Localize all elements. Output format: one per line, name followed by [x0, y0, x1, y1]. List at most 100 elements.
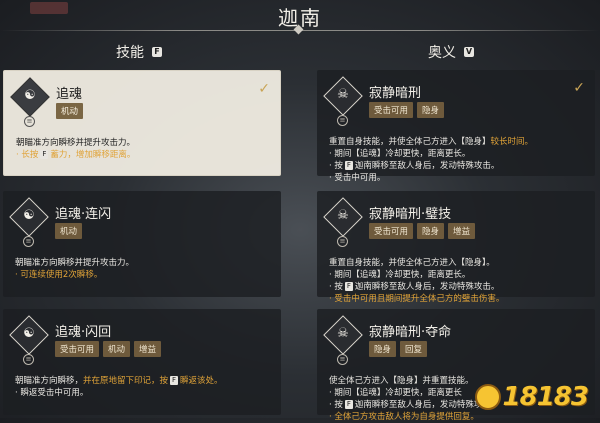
key-hint-badge: F: [170, 376, 179, 385]
equipped-check-icon: ✓: [258, 81, 270, 97]
skill-name: 追魂: [56, 87, 83, 102]
description-line: · 瞬返受击中可用。: [15, 387, 277, 399]
description-text: · 按: [329, 400, 343, 410]
skill-tags: 受击可用 隐身 增益: [369, 223, 476, 239]
description-line: · 受击中可用且期间提升全体己方的璧击伤害。: [329, 293, 591, 305]
ultimates-column-header: 奥义 V: [428, 42, 474, 62]
skill-name: 追魂·连闪: [55, 207, 112, 222]
details-icon[interactable]: ≡: [23, 236, 34, 247]
skill-name: 追魂·闪回: [55, 325, 112, 340]
site-watermark: 18183: [474, 382, 589, 412]
description-text: · 按: [329, 161, 343, 171]
description-text: 使全体己方进入【隐身】并重置技能。: [329, 376, 474, 386]
description-line: · 长按 F 蓄力，增加瞬移距离。: [16, 149, 278, 161]
skill-tags: 隐身 回复: [369, 341, 428, 357]
description-line: · 全体己方攻击敌人将为自身提供回复。: [329, 411, 591, 423]
skill-description: 重置自身技能，并使全体己方进入【隐身】较长时间。 · 期间【追魂】冷却更快，距离更…: [329, 136, 591, 184]
skill-description: 朝瞄准方向瞬移，并在原地留下印记，按 F 瞬返该处。 · 瞬返受击中可用。: [15, 375, 277, 399]
skills-card-0[interactable]: ☯ ≡ 追魂 机动 ✓ 朝瞄准方向瞬移并提升攻击力。 · 长按 F 蓄力，增加瞬移距离。: [3, 70, 281, 176]
description-text: 重置自身技能，并使全体己方进入【隐身】。: [329, 258, 495, 268]
description-line: · 按 F 迦南瞬移至敌人身后，发动特殊攻击。: [329, 160, 591, 172]
ultimates-card-1[interactable]: ☠ ≡ 寂静暗刑·璧技 受击可用 隐身 增益重置自身技能，并使全体己方进入【隐身】。 · 期…: [317, 191, 595, 304]
skills-card-2[interactable]: ☯ ≡ 追魂·闪回 受击可用 机动 增益 朝瞄准方向瞬移，并在原地留下印记，按 F 瞬返该处。 ·…: [3, 309, 281, 415]
description-text: · 受击中可用。: [329, 173, 386, 183]
details-icon[interactable]: ≡: [337, 115, 348, 126]
highlight-text: · 可连续使用2次瞬移。: [15, 270, 103, 280]
skill-tags: 机动: [56, 103, 84, 119]
skill-tag: 受击可用: [55, 341, 100, 357]
description-line: · 可连续使用2次瞬移。: [15, 269, 277, 281]
skill-tag: 隐身: [417, 102, 445, 118]
watermark-logo-icon: [474, 384, 501, 410]
skill-tag: 隐身: [417, 223, 445, 239]
highlight-text: 瞬返该处。: [180, 376, 223, 386]
skill-tag: 隐身: [369, 341, 397, 357]
description-text: · 期间【追魂】冷却更快，距离更长: [329, 388, 462, 398]
description-line: 重置自身技能，并使全体己方进入【隐身】较长时间。: [329, 136, 591, 148]
skills-header-label: 技能: [116, 45, 144, 61]
skill-tag: 受击可用: [369, 102, 414, 118]
description-text: 迦南瞬移至敌人身后，发动特殊攻击。: [354, 282, 500, 292]
skill-name: 寂静暗刑: [369, 86, 422, 101]
skill-tag: 机动: [55, 223, 83, 239]
highlight-text: 较长时间。: [490, 137, 534, 147]
skill-description: 朝瞄准方向瞬移并提升攻击力。 · 可连续使用2次瞬移。: [15, 257, 277, 281]
description-text: · 按: [329, 282, 343, 292]
description-text: 迦南瞬移至敌人身后，发动特殊攻击。: [354, 161, 500, 171]
description-line: · 期间【追魂】冷却更快，距离更长。: [329, 148, 591, 160]
skill-tag: 增益: [448, 223, 476, 239]
skills-column-header: 技能 F: [116, 42, 162, 62]
description-line: · 按 F 迦南瞬移至敌人身后，发动特殊攻击。: [329, 281, 591, 293]
description-text: · 期间【追魂】冷却更快，距离更长。: [329, 270, 471, 280]
description-line: 重置自身技能，并使全体己方进入【隐身】。: [329, 257, 591, 269]
skill-description: 重置自身技能，并使全体己方进入【隐身】。 · 期间【追魂】冷却更快，距离更长。 · …: [329, 257, 591, 305]
mask-icon: ☠: [337, 326, 349, 341]
skill-name: 寂静暗刑·璧技: [369, 207, 452, 222]
highlight-text: 蓄力，增加瞬移距离。: [50, 150, 136, 160]
mask-icon: ☠: [337, 208, 349, 223]
details-icon[interactable]: ≡: [337, 354, 348, 365]
description-text: 朝瞄准方向瞬移并提升攻击力。: [15, 258, 135, 268]
skills-hotkey-badge: F: [152, 47, 162, 57]
skill-tag: 回复: [400, 341, 428, 357]
skill-tags: 受击可用 机动 增益: [55, 341, 162, 357]
description-line: · 受击中可用。: [329, 172, 591, 184]
highlight-text: 并在原地留下印记，按: [83, 376, 169, 386]
skill-tag: 受击可用: [369, 223, 414, 239]
mask-icon: ☠: [337, 87, 349, 102]
description-text: 重置自身技能，并使全体己方进入【隐身】: [329, 137, 491, 147]
skill-tag: 增益: [134, 341, 162, 357]
skill-tag: 机动: [56, 103, 84, 119]
description-text: · 瞬返受击中可用。: [15, 388, 89, 398]
ultimates-header-label: 奥义: [428, 45, 456, 61]
description-line: · 期间【追魂】冷却更快，距离更长。: [329, 269, 591, 281]
highlight-text: · 受击中可用且期间提升全体己方的璧击伤害。: [329, 294, 505, 304]
key-hint-badge: F: [344, 400, 353, 409]
ultimates-card-0[interactable]: ☠ ≡ 寂静暗刑 受击可用 隐身 ✓ 重置自身技能，并使全体己方进入【隐身】较长时间。 · 期…: [317, 70, 595, 183]
highlight-text: · 长按: [16, 150, 39, 160]
ultimates-hotkey-badge: V: [464, 47, 474, 57]
skill-name: 寂静暗刑·夺命: [369, 325, 452, 340]
skill-tag: 机动: [103, 341, 131, 357]
skill-tags: 机动: [55, 223, 83, 239]
description-text: · 期间【追魂】冷却更快，距离更长。: [329, 149, 471, 159]
details-icon[interactable]: ≡: [24, 116, 35, 127]
key-hint-badge: F: [40, 150, 49, 159]
description-text: 朝瞄准方向瞬移并提升攻击力。: [16, 138, 136, 148]
description-line: 朝瞄准方向瞬移并提升攻击力。: [15, 257, 277, 269]
highlight-text: · 全体己方攻击敌人将为自身提供回复。: [329, 412, 479, 422]
key-hint-badge: F: [344, 282, 353, 291]
description-text: 朝瞄准方向瞬移，: [15, 376, 84, 386]
swirl-icon: ☯: [23, 208, 35, 223]
swirl-icon: ☯: [23, 326, 35, 341]
details-icon[interactable]: ≡: [23, 354, 34, 365]
key-hint-badge: F: [344, 161, 353, 170]
details-icon[interactable]: ≡: [337, 236, 348, 247]
description-line: 朝瞄准方向瞬移，并在原地留下印记，按 F 瞬返该处。: [15, 375, 277, 387]
description-line: 朝瞄准方向瞬移并提升攻击力。: [16, 137, 278, 149]
watermark-text: 18183: [502, 382, 589, 412]
swirl-icon: ☯: [24, 88, 36, 103]
skills-card-1[interactable]: ☯ ≡ 追魂·连闪 机动朝瞄准方向瞬移并提升攻击力。 · 可连续使用2次瞬移。: [3, 191, 281, 297]
skill-tags: 受击可用 隐身: [369, 102, 445, 118]
equipped-check-icon: ✓: [573, 80, 585, 96]
